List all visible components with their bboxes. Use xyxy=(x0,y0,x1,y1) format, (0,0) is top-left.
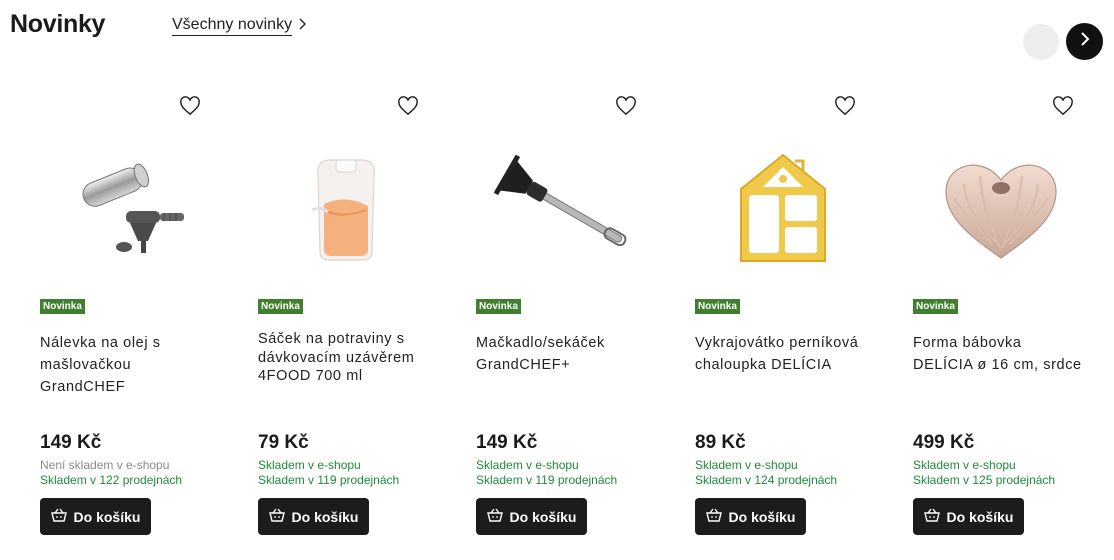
new-badge: Novinka xyxy=(913,299,958,314)
product-name[interactable]: Sáček na potraviny s dávkovacím uzávěrem… xyxy=(258,330,428,386)
product-price: 499 Kč xyxy=(913,432,975,453)
product-card[interactable]: Novinka Sáček na potraviny s dávkovacím … xyxy=(258,90,458,540)
basket-icon xyxy=(486,508,503,525)
stock-stores: Skladem v 122 prodejnách xyxy=(40,472,183,487)
add-to-cart-button[interactable]: Do košíku xyxy=(476,498,587,535)
stock-info: Skladem v e-shopu Skladem v 124 prodejná… xyxy=(695,458,837,487)
stock-info: Skladem v e-shopu Skladem v 125 prodejná… xyxy=(913,458,1055,487)
add-to-cart-label[interactable]: Do košíku xyxy=(292,509,359,525)
new-badge: Novinka xyxy=(258,299,303,314)
product-name[interactable]: Forma bábovka DELÍCIA ø 16 cm, srdce xyxy=(913,332,1083,376)
basket-icon xyxy=(50,508,67,525)
product-price: 149 Kč xyxy=(476,432,538,453)
product-image[interactable] xyxy=(40,124,215,294)
stock-info: Není skladem v e-shopu Skladem v 122 pro… xyxy=(40,458,182,487)
product-image[interactable] xyxy=(695,124,870,294)
section-title: Novinky xyxy=(10,10,106,38)
product-price: 79 Kč xyxy=(258,432,309,453)
heart-icon[interactable] xyxy=(397,96,419,116)
add-to-cart-label[interactable]: Do košíku xyxy=(74,509,141,525)
product-card[interactable]: Novinka Nálevka na olej s mašlovačkou Gr… xyxy=(40,90,240,540)
product-price: 149 Kč xyxy=(40,432,102,453)
carousel-next-button[interactable] xyxy=(1066,23,1103,60)
add-to-cart-button[interactable]: Do košíku xyxy=(258,498,369,535)
stock-stores: Skladem v 125 prodejnách xyxy=(913,472,1056,487)
heart-icon[interactable] xyxy=(615,96,637,116)
add-to-cart-button[interactable]: Do košíku xyxy=(695,498,806,535)
heart-icon[interactable] xyxy=(834,96,856,116)
product-image[interactable] xyxy=(913,124,1088,294)
add-to-cart-label[interactable]: Do košíku xyxy=(510,509,577,525)
product-image[interactable] xyxy=(476,124,651,294)
stock-info: Skladem v e-shopu Skladem v 119 prodejná… xyxy=(476,458,617,487)
stock-eshop: Skladem v e-shopu xyxy=(913,458,1016,472)
chevron-right-icon xyxy=(298,17,307,34)
add-to-cart-button[interactable]: Do košíku xyxy=(40,498,151,535)
stock-eshop: Skladem v e-shopu xyxy=(258,458,361,472)
all-news-link-label[interactable]: Všechny novinky xyxy=(172,16,293,36)
basket-icon xyxy=(923,508,940,525)
add-to-cart-button[interactable]: Do košíku xyxy=(913,498,1024,535)
product-price: 89 Kč xyxy=(695,432,746,453)
stock-eshop: Skladem v e-shopu xyxy=(476,458,579,472)
carousel-prev-button[interactable] xyxy=(1023,24,1059,60)
product-name[interactable]: Mačkadlo/sekáček GrandCHEF+ xyxy=(476,332,646,376)
product-name[interactable]: Vykrajovátko perníková chaloupka DELÍCIA xyxy=(695,332,865,376)
all-news-link[interactable]: Všechny novinky xyxy=(172,16,307,36)
add-to-cart-label[interactable]: Do košíku xyxy=(947,509,1014,525)
new-badge: Novinka xyxy=(695,299,740,314)
chevron-right-icon xyxy=(1079,31,1091,52)
heart-icon[interactable] xyxy=(179,96,201,116)
stock-stores: Skladem v 119 prodejnách xyxy=(476,472,618,487)
new-badge: Novinka xyxy=(40,299,85,314)
product-card[interactable]: Novinka Vykrajovátko perníková chaloupka… xyxy=(695,90,895,540)
stock-eshop: Skladem v e-shopu xyxy=(695,458,798,472)
product-name[interactable]: Nálevka na olej s mašlovačkou GrandCHEF xyxy=(40,332,210,398)
heart-icon[interactable] xyxy=(1052,96,1074,116)
stock-stores: Skladem v 119 prodejnách xyxy=(258,472,400,487)
basket-icon xyxy=(268,508,285,525)
stock-stores: Skladem v 124 prodejnách xyxy=(695,472,838,487)
product-image[interactable] xyxy=(258,124,433,294)
new-badge: Novinka xyxy=(476,299,521,314)
basket-icon xyxy=(705,508,722,525)
product-card[interactable]: Novinka Mačkadlo/sekáček GrandCHEF+ 149 … xyxy=(476,90,676,540)
add-to-cart-label[interactable]: Do košíku xyxy=(729,509,796,525)
stock-info: Skladem v e-shopu Skladem v 119 prodejná… xyxy=(258,458,399,487)
stock-eshop: Není skladem v e-shopu xyxy=(40,458,170,472)
product-card[interactable]: Novinka Forma bábovka DELÍCIA ø 16 cm, s… xyxy=(913,90,1113,540)
